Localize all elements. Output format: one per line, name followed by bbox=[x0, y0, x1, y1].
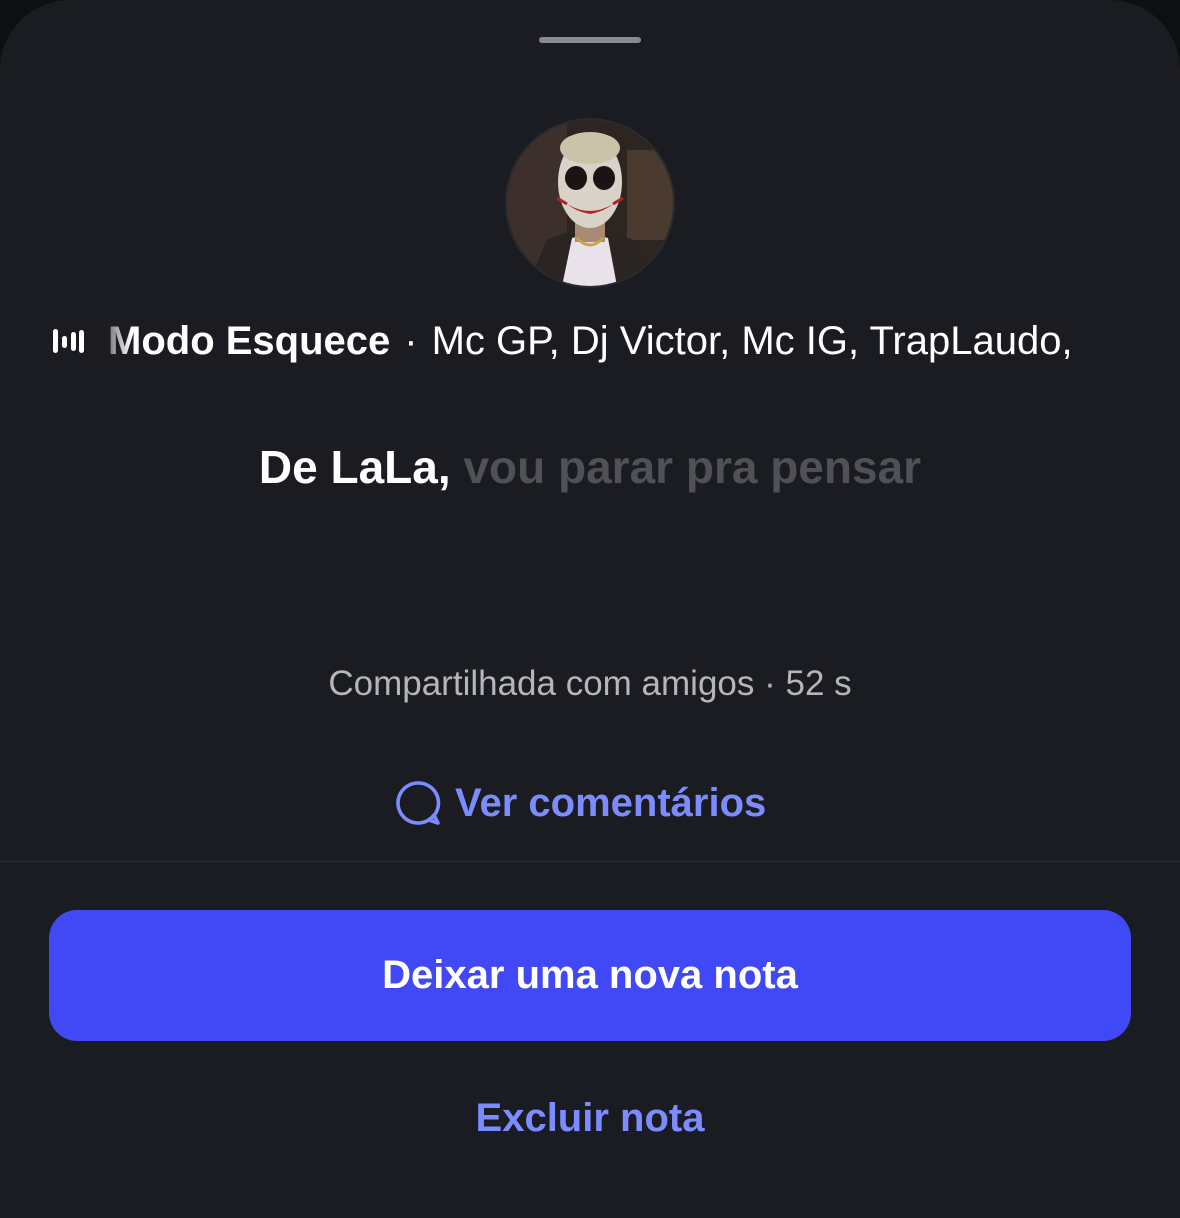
lyric-upcoming-text: vou parar pra pensar bbox=[463, 441, 922, 493]
leave-new-note-button[interactable]: Deixar uma nova nota bbox=[49, 910, 1131, 1041]
view-comments-label: Ver comentários bbox=[455, 780, 767, 825]
music-attachment[interactable]: Modo Esquece · Mc GP, Dj Victor, Mc IG, … bbox=[52, 316, 1132, 366]
marquee-fade-left bbox=[92, 316, 132, 366]
note-bottom-sheet: Modo Esquece · Mc GP, Dj Victor, Mc IG, … bbox=[0, 0, 1180, 1218]
avatar-photo bbox=[507, 120, 673, 286]
lyric-active-text: De LaLa, bbox=[258, 441, 451, 493]
delete-note-button[interactable]: Excluir nota bbox=[0, 1096, 1180, 1141]
song-artists: Mc GP, Dj Victor, Mc IG, TrapLaudo, bbox=[431, 318, 1073, 363]
song-title: Modo Esquece bbox=[108, 318, 391, 363]
note-meta-info: Compartilhada com amigos · 52 s bbox=[328, 664, 852, 703]
lyrics-line: De LaLa, vou parar pra pensar bbox=[0, 440, 1180, 494]
comment-bubble-icon bbox=[396, 781, 441, 825]
view-comments-link[interactable]: Ver comentários bbox=[395, 778, 766, 828]
divider bbox=[0, 861, 1180, 862]
audio-wave-icon bbox=[53, 329, 84, 353]
avatar[interactable] bbox=[507, 120, 673, 286]
marquee-fade-right bbox=[1092, 316, 1132, 366]
song-separator: · bbox=[404, 318, 418, 363]
sheet-grabber-handle[interactable] bbox=[539, 37, 641, 43]
